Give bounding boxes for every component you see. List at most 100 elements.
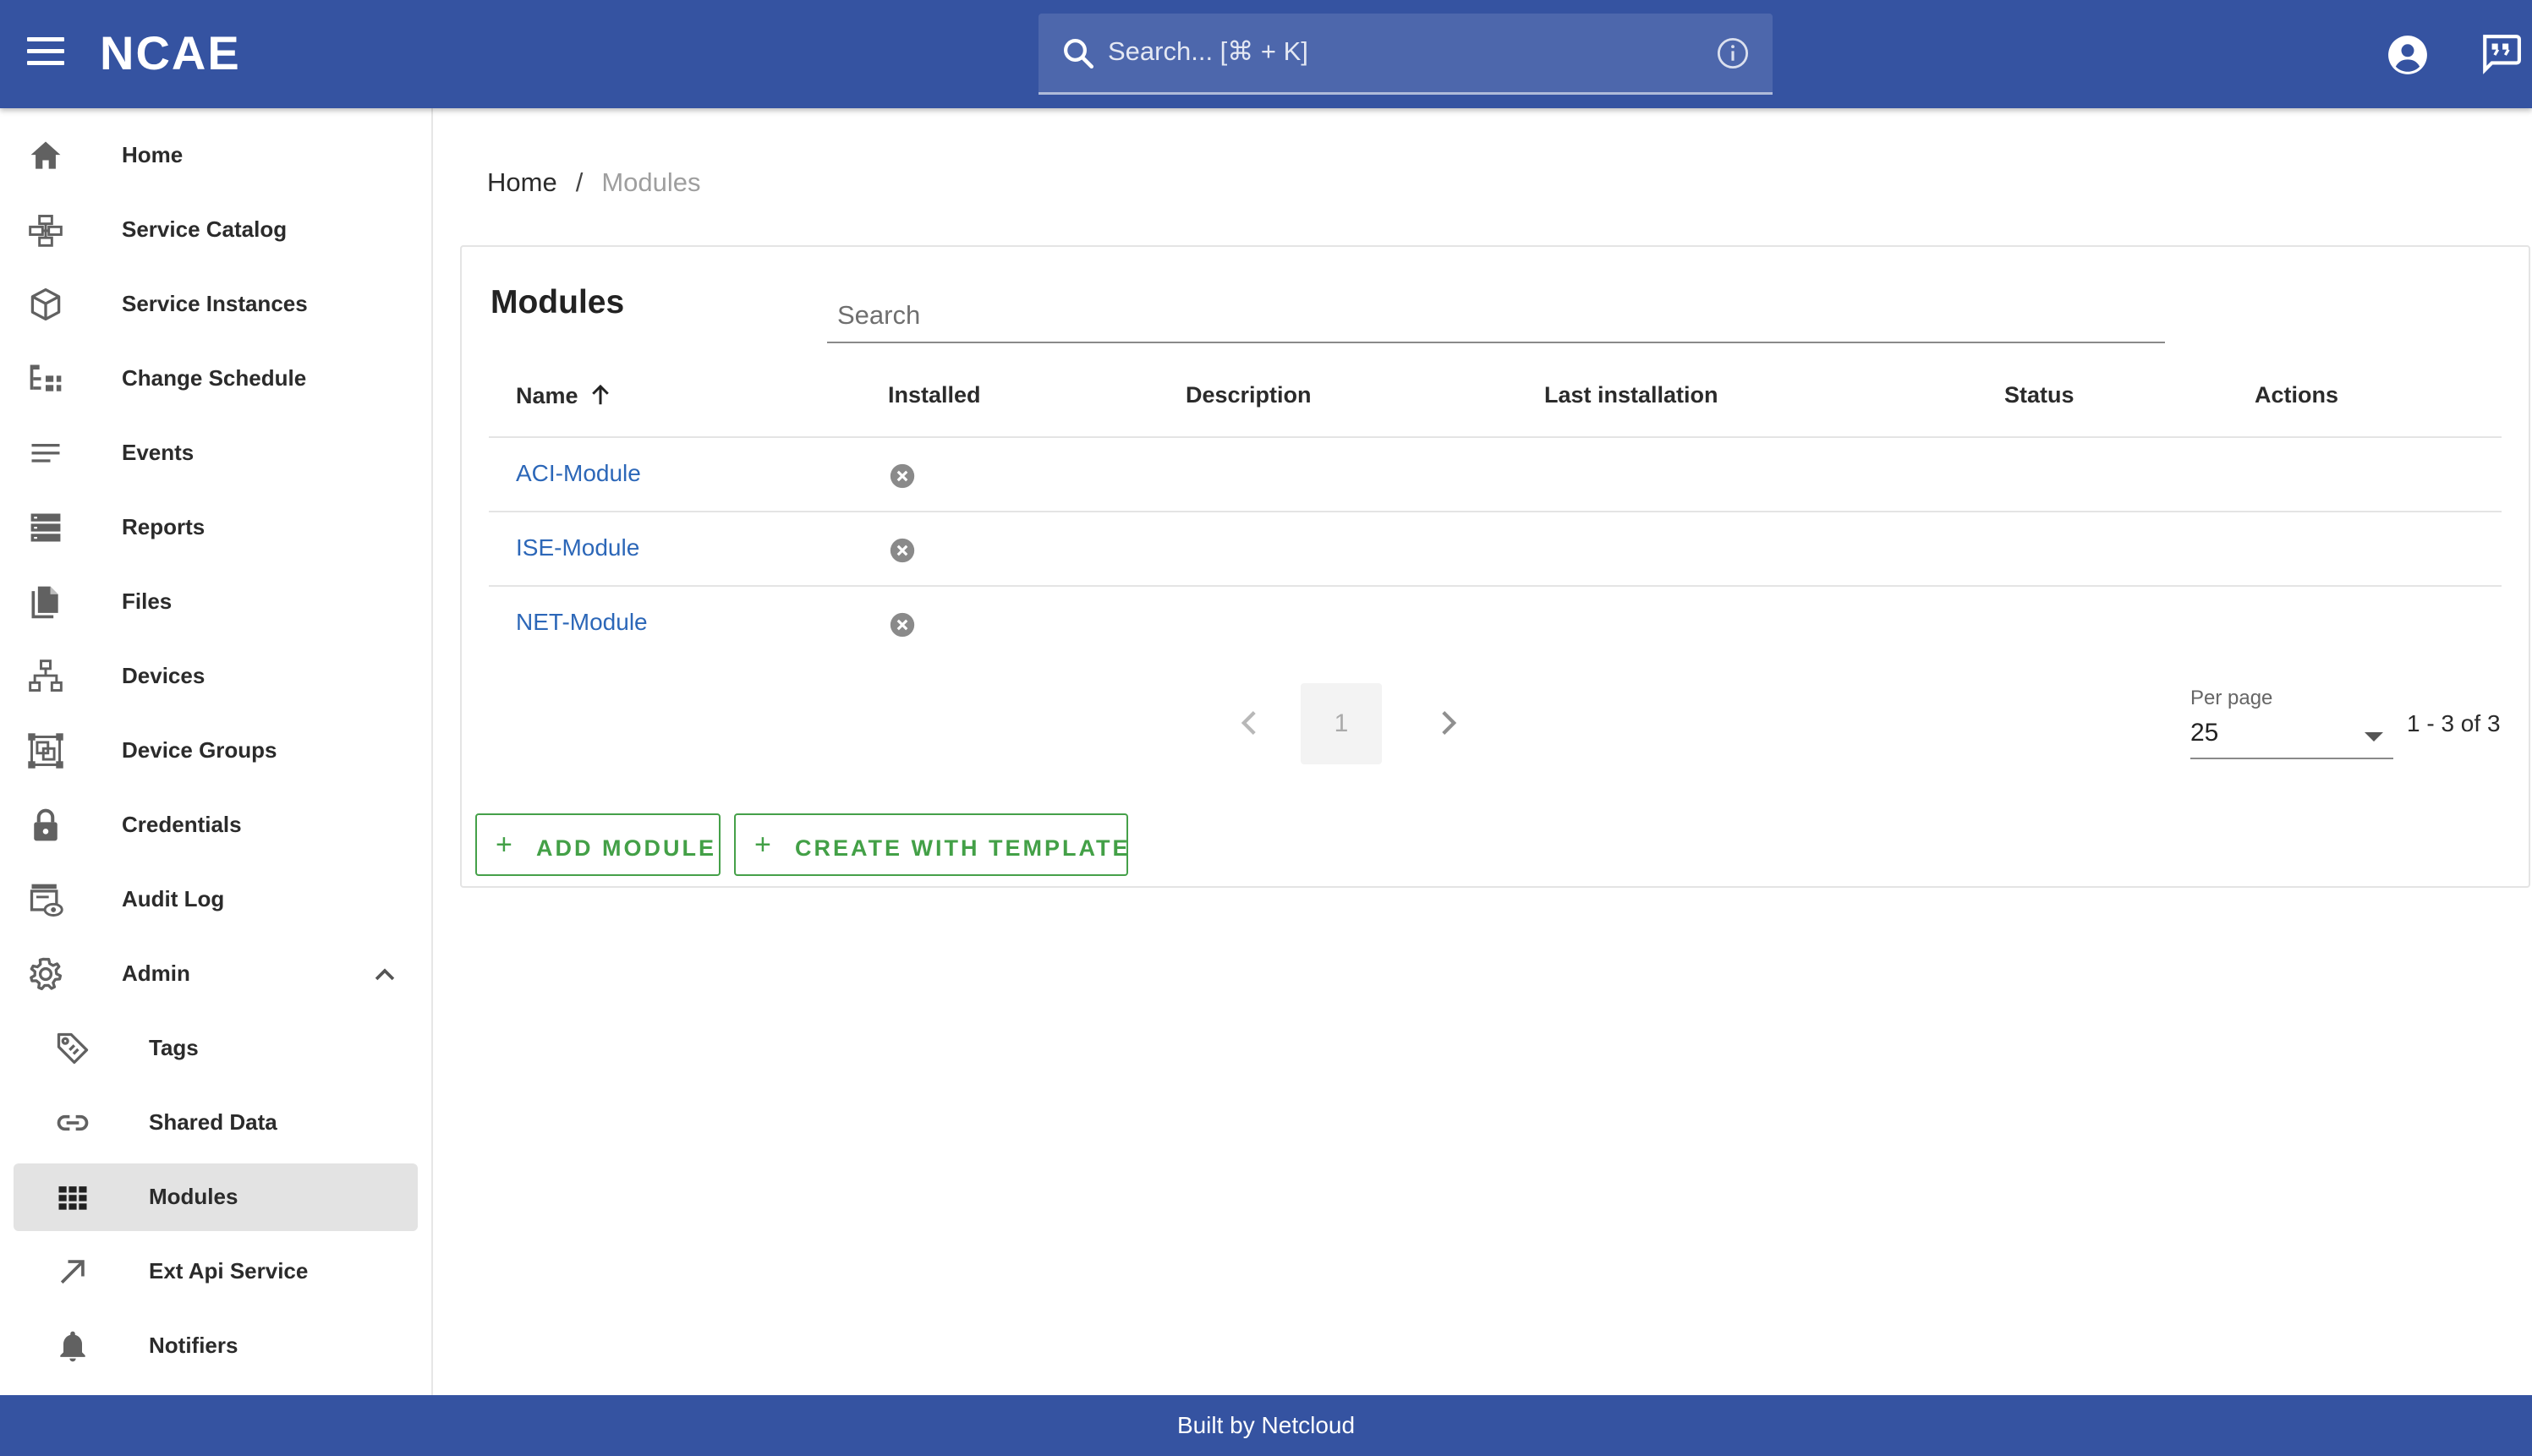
- sidebar-item-label: Modules: [149, 1184, 238, 1209]
- sidebar-item-service-catalog[interactable]: Service Catalog: [14, 196, 418, 264]
- module-name-link[interactable]: NET-Module: [516, 609, 648, 636]
- tree-list-icon: [30, 364, 62, 391]
- breadcrumb-home-link[interactable]: Home: [487, 167, 557, 197]
- sidebar-item-label: Notifiers: [149, 1333, 238, 1358]
- sidebar-item-home[interactable]: Home: [14, 122, 418, 189]
- sidebar-item-modules[interactable]: Modules: [14, 1163, 418, 1231]
- per-page-value: 25: [2190, 719, 2219, 747]
- sidebar-item-label: Credentials: [122, 812, 242, 837]
- brand-logo[interactable]: NCAE: [100, 26, 279, 79]
- column-header-name-label: Name: [516, 383, 578, 408]
- sidebar-item-devices[interactable]: Devices: [14, 643, 418, 710]
- column-header-name[interactable]: Name: [516, 382, 613, 409]
- breadcrumb: Home / Modules: [487, 167, 701, 198]
- link-icon: [57, 1114, 89, 1131]
- sidebar-item-shared-data[interactable]: Shared Data: [14, 1089, 418, 1157]
- sidebar-item-label: Home: [122, 142, 184, 167]
- chevron-up-icon[interactable]: [370, 961, 399, 989]
- column-header-last-installation[interactable]: Last installation: [1544, 382, 1718, 408]
- sidebar-item-label: Files: [122, 588, 173, 614]
- feedback-icon[interactable]: [2480, 32, 2522, 74]
- bell-icon: [60, 1331, 85, 1362]
- sidebar-item-credentials[interactable]: Credentials: [14, 791, 418, 859]
- add-module-button-label: ADD MODULE: [536, 835, 716, 861]
- sidebar-item-label: Service Catalog: [122, 216, 288, 242]
- storage-icon: [30, 513, 61, 542]
- sidebar-item-label: Device Groups: [122, 737, 277, 763]
- sidebar-item-label: Shared Data: [149, 1109, 277, 1135]
- module-name-link[interactable]: ISE-Module: [516, 534, 639, 561]
- sidebar-item-label: Audit Log: [122, 886, 225, 911]
- caret-down-icon: [2365, 732, 2383, 742]
- plus-icon: +: [754, 829, 771, 861]
- sidebar-item-service-instances[interactable]: Service Instances: [14, 271, 418, 338]
- modules-card: Modules Name Installed Description Last …: [460, 245, 2530, 888]
- column-header-installed[interactable]: Installed: [888, 382, 981, 408]
- global-search[interactable]: [1039, 14, 1773, 95]
- search-icon: [1064, 39, 1094, 69]
- sidebar-item-label: Tags: [149, 1035, 199, 1060]
- sidebar-item-change-schedule[interactable]: Change Schedule: [14, 345, 418, 413]
- sidebar-item-label: Change Schedule: [122, 365, 307, 391]
- not-installed-icon: [890, 612, 915, 638]
- not-installed-icon: [890, 538, 915, 563]
- column-header-actions: Actions: [2255, 382, 2339, 408]
- gear-icon: [30, 957, 63, 991]
- files-icon: [31, 586, 58, 619]
- sidebar-item-label: Admin: [122, 961, 190, 986]
- breadcrumb-separator: /: [575, 167, 584, 197]
- service-catalog-icon: [29, 215, 63, 247]
- chevron-right-icon[interactable]: [1428, 702, 1470, 744]
- audit-log-icon: [30, 884, 63, 917]
- sidebar-item-ext-api-service[interactable]: Ext Api Service: [14, 1238, 418, 1305]
- sidebar-item-files[interactable]: Files: [14, 568, 418, 636]
- sidebar-item-label: Ext Api Service: [149, 1258, 309, 1284]
- column-header-status[interactable]: Status: [2004, 382, 2074, 408]
- brand-text: NCAE: [100, 30, 241, 74]
- menu-icon[interactable]: [27, 37, 64, 71]
- lock-icon: [34, 808, 58, 841]
- top-bar: NCAE: [0, 0, 2532, 108]
- breadcrumb-current: Modules: [601, 167, 701, 197]
- sidebar-item-reports[interactable]: Reports: [14, 494, 418, 561]
- sidebar-item-label: Reports: [122, 514, 206, 539]
- plus-icon: +: [496, 829, 512, 861]
- sidebar-item-label: Service Instances: [122, 291, 308, 316]
- create-with-template-button-label: CREATE WITH TEMPLATE: [795, 835, 1131, 861]
- table-divider: [489, 436, 2502, 438]
- pagination-range: 1 - 3 of 3: [2407, 710, 2501, 736]
- chevron-left-icon[interactable]: [1228, 702, 1270, 744]
- per-page-label: Per page: [2190, 687, 2273, 709]
- sidebar-item-notifiers[interactable]: Notifiers: [14, 1312, 418, 1380]
- device-groups-icon: [28, 733, 63, 769]
- sidebar-item-tags[interactable]: Tags: [14, 1015, 418, 1082]
- column-header-description[interactable]: Description: [1186, 382, 1312, 408]
- pagination-page-button[interactable]: 1: [1301, 683, 1382, 764]
- lines-icon: [31, 444, 60, 463]
- sort-arrow-up-icon: [592, 384, 609, 405]
- sidebar-item-audit-log[interactable]: Audit Log: [14, 866, 418, 933]
- modules-search-input[interactable]: [827, 289, 2165, 343]
- arrow-up-right-icon: [60, 1260, 85, 1284]
- add-module-button[interactable]: + ADD MODULE: [475, 813, 721, 876]
- sidebar-item-label: Events: [122, 440, 195, 465]
- sidebar: Home Service Catalog Service Instances C…: [0, 108, 433, 1395]
- cube-icon: [30, 287, 61, 321]
- sidebar-item-events[interactable]: Events: [14, 419, 418, 487]
- info-icon[interactable]: [1715, 36, 1751, 71]
- per-page-select[interactable]: 25: [2190, 714, 2393, 759]
- home-icon: [30, 141, 61, 169]
- table-divider: [489, 585, 2502, 587]
- create-with-template-button[interactable]: + CREATE WITH TEMPLATE: [734, 813, 1128, 876]
- table-divider: [489, 511, 2502, 512]
- sidebar-item-device-groups[interactable]: Device Groups: [14, 717, 418, 785]
- global-search-input[interactable]: [1108, 30, 1683, 73]
- sidebar-item-admin[interactable]: Admin: [14, 940, 418, 1008]
- grid-icon: [58, 1186, 87, 1210]
- account-icon[interactable]: [2387, 34, 2429, 76]
- not-installed-icon: [890, 463, 915, 489]
- sidebar-item-label: Devices: [122, 663, 206, 688]
- module-name-link[interactable]: ACI-Module: [516, 460, 641, 487]
- tag-icon: [57, 1032, 89, 1065]
- network-icon: [29, 660, 63, 692]
